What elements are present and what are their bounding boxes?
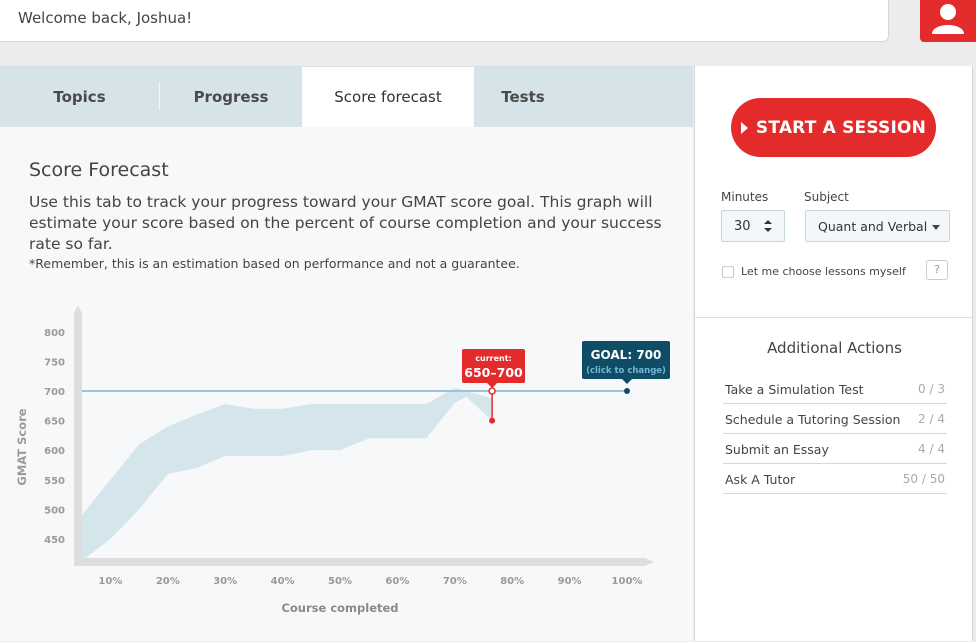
x-tick-label: 60% bbox=[385, 576, 409, 587]
x-axis bbox=[74, 558, 654, 566]
y-tick-label: 450 bbox=[44, 535, 65, 546]
y-axis-label: GMAT Score bbox=[15, 408, 29, 485]
page-description: Use this tab to track your progress towa… bbox=[29, 193, 662, 253]
y-tick-label: 800 bbox=[44, 328, 65, 339]
minutes-label: Minutes bbox=[721, 190, 769, 204]
additional-actions-title: Additional Actions bbox=[767, 339, 902, 357]
top-bar: Welcome back, Joshua! bbox=[0, 0, 976, 66]
action-tutoring-session[interactable]: Schedule a Tutoring Session 2 / 4 bbox=[723, 404, 947, 434]
y-tick-label: 700 bbox=[44, 387, 65, 398]
action-name: Ask A Tutor bbox=[725, 472, 796, 487]
action-name: Schedule a Tutoring Session bbox=[725, 412, 901, 427]
action-count: 4 / 4 bbox=[918, 442, 945, 456]
current-label-value: 650–700 bbox=[464, 365, 523, 380]
x-tick-label: 30% bbox=[213, 576, 237, 587]
up-down-arrows-icon[interactable] bbox=[763, 219, 773, 233]
goal-change-link: (click to change) bbox=[586, 366, 666, 376]
tab-bar: Topics Progress Score forecast Tests bbox=[0, 67, 693, 127]
y-axis bbox=[74, 305, 82, 564]
user-avatar-button[interactable] bbox=[920, 0, 976, 42]
x-tick-label: 50% bbox=[328, 576, 352, 587]
subject-select[interactable]: Quant and Verbal bbox=[805, 210, 950, 242]
action-ask-tutor[interactable]: Ask A Tutor 50 / 50 bbox=[723, 464, 947, 494]
welcome-banner: Welcome back, Joshua! bbox=[0, 0, 889, 42]
current-label-pointer bbox=[487, 383, 498, 388]
action-count: 0 / 3 bbox=[918, 382, 945, 396]
y-tick-label: 500 bbox=[44, 505, 65, 516]
tab-tests[interactable]: Tests bbox=[474, 67, 572, 127]
current-low-point bbox=[489, 417, 496, 424]
goal-label-title: GOAL: 700 bbox=[591, 348, 662, 362]
action-count: 50 / 50 bbox=[902, 472, 945, 486]
action-name: Submit an Essay bbox=[725, 442, 829, 457]
forecast-band bbox=[81, 388, 493, 561]
minutes-value: 30 bbox=[734, 219, 751, 234]
goal-label-pointer bbox=[622, 379, 632, 384]
y-tick-label: 750 bbox=[44, 357, 65, 368]
subject-value: Quant and Verbal bbox=[818, 219, 928, 234]
action-submit-essay[interactable]: Submit an Essay 4 / 4 bbox=[723, 434, 947, 464]
x-tick-label: 90% bbox=[558, 576, 582, 587]
tab-topics[interactable]: Topics bbox=[0, 67, 159, 127]
x-tick-label: 10% bbox=[98, 576, 122, 587]
welcome-text: Welcome back, Joshua! bbox=[18, 9, 193, 27]
tab-progress[interactable]: Progress bbox=[160, 67, 302, 127]
subject-label: Subject bbox=[804, 190, 849, 204]
chevron-down-icon bbox=[932, 225, 940, 230]
action-simulation-test[interactable]: Take a Simulation Test 0 / 3 bbox=[723, 374, 947, 404]
help-button[interactable]: ? bbox=[926, 260, 948, 280]
section-divider bbox=[695, 317, 974, 318]
play-arrow-icon bbox=[740, 121, 748, 134]
disclaimer-note: *Remember, this is an estimation based o… bbox=[29, 256, 520, 271]
x-tick-label: 40% bbox=[271, 576, 295, 587]
score-forecast-panel: Topics Progress Score forecast Tests Sco… bbox=[0, 66, 693, 641]
choose-lessons-label[interactable]: Let me choose lessons myself bbox=[741, 265, 906, 278]
choose-lessons-checkbox[interactable] bbox=[722, 266, 734, 278]
x-tick-label: 100% bbox=[612, 576, 643, 587]
current-high-point bbox=[488, 387, 496, 395]
action-count: 2 / 4 bbox=[918, 412, 945, 426]
user-icon bbox=[932, 4, 964, 34]
y-tick-label: 650 bbox=[44, 417, 65, 428]
session-sidebar: START A SESSION Minutes Subject 30 Quant… bbox=[694, 66, 974, 641]
goal-point bbox=[624, 388, 630, 394]
minutes-stepper[interactable]: 30 bbox=[721, 210, 785, 242]
start-session-button[interactable]: START A SESSION bbox=[731, 98, 936, 157]
action-name: Take a Simulation Test bbox=[725, 382, 864, 397]
x-tick-label: 80% bbox=[500, 576, 524, 587]
y-tick-label: 600 bbox=[44, 446, 65, 457]
page-title: Score Forecast bbox=[29, 159, 169, 181]
score-forecast-chart: 450 500 550 600 650 700 750 800 10% 20% 30% 40% 50% 6… bbox=[15, 305, 670, 615]
y-tick-label: 550 bbox=[44, 476, 65, 487]
x-axis-label: Course completed bbox=[281, 601, 398, 615]
current-label-title: current: bbox=[475, 354, 511, 363]
start-session-label: START A SESSION bbox=[755, 117, 927, 138]
tab-score-forecast[interactable]: Score forecast bbox=[302, 67, 474, 127]
x-tick-label: 70% bbox=[443, 576, 467, 587]
x-tick-label: 20% bbox=[156, 576, 180, 587]
